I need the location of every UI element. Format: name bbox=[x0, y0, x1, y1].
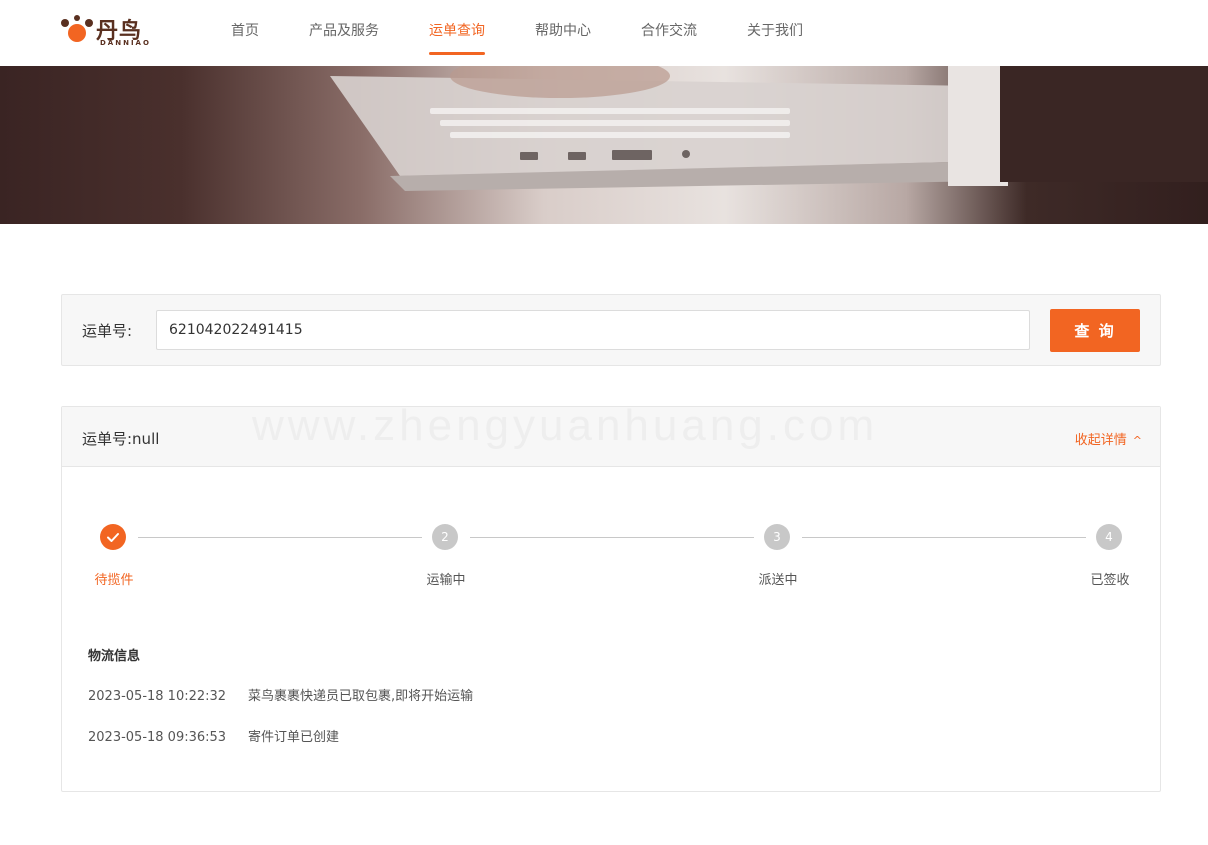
logistics-record: 2023-05-18 10:22:32 菜鸟裹裹快递员已取包裹,即将开始运输 bbox=[88, 685, 473, 704]
tracking-detail-panel: www.zhengyuanhuang.com 运单号:null 收起详情 ^ 2 … bbox=[61, 401, 1161, 792]
progress-steps: 2 3 4 待揽件 运输中 派送中 已签收 bbox=[62, 467, 1160, 607]
detail-header: www.zhengyuanhuang.com 运单号:null 收起详情 ^ bbox=[62, 401, 1160, 467]
record-text: 菜鸟裹裹快递员已取包裹,即将开始运输 bbox=[248, 689, 474, 704]
nav-active-indicator bbox=[429, 52, 485, 55]
logistics-title: 物流信息 bbox=[88, 649, 141, 664]
brand-logo[interactable]: 丹鸟 DANNIAO bbox=[60, 13, 160, 49]
tracking-search-bar: 运单号: 查 询 bbox=[61, 294, 1161, 366]
step-1-check-icon bbox=[100, 524, 126, 550]
logo-mark-icon bbox=[61, 15, 93, 42]
site-header: 丹鸟 DANNIAO 首页 产品及服务 运单查询 帮助中心 合作交流 关于我们 bbox=[0, 0, 1208, 66]
order-number: 运单号:null bbox=[82, 430, 160, 448]
query-button[interactable]: 查 询 bbox=[1050, 309, 1140, 352]
step-connector bbox=[470, 537, 754, 538]
step-4-circle: 4 bbox=[1096, 524, 1122, 550]
step-1-label: 待揽件 bbox=[94, 573, 134, 588]
nav-item-cooperation[interactable]: 合作交流 bbox=[641, 20, 697, 40]
nav-item-tracking[interactable]: 运单查询 bbox=[429, 20, 485, 40]
nav-item-home[interactable]: 首页 bbox=[231, 20, 259, 40]
nav-item-products[interactable]: 产品及服务 bbox=[309, 20, 379, 40]
step-2-circle: 2 bbox=[432, 524, 458, 550]
hero-banner bbox=[0, 66, 1208, 224]
tracking-number-input[interactable] bbox=[156, 310, 1030, 350]
record-text: 寄件订单已创建 bbox=[248, 730, 340, 745]
step-2-label: 运输中 bbox=[426, 573, 466, 588]
watermark: www.zhengyuanhuang.com bbox=[252, 401, 879, 450]
collapse-details-label: 收起详情 bbox=[1074, 433, 1127, 448]
record-time: 2023-05-18 09:36:53 bbox=[88, 730, 227, 745]
laptop-illustration bbox=[330, 66, 1208, 191]
record-time: 2023-05-18 10:22:32 bbox=[88, 689, 227, 704]
step-connector bbox=[138, 537, 422, 538]
tracking-number-label: 运单号: bbox=[82, 322, 133, 340]
nav-item-help[interactable]: 帮助中心 bbox=[535, 20, 591, 40]
brand-name-en: DANNIAO bbox=[100, 39, 151, 47]
logistics-record: 2023-05-18 09:36:53 寄件订单已创建 bbox=[88, 726, 339, 745]
step-3-label: 派送中 bbox=[758, 573, 798, 588]
step-3-circle: 3 bbox=[764, 524, 790, 550]
nav-item-about[interactable]: 关于我们 bbox=[747, 20, 803, 40]
step-4-label: 已签收 bbox=[1090, 573, 1130, 588]
collapse-details-button[interactable]: 收起详情 ^ bbox=[1075, 429, 1142, 448]
chevron-up-icon: ^ bbox=[1132, 434, 1142, 447]
step-connector bbox=[802, 537, 1086, 538]
